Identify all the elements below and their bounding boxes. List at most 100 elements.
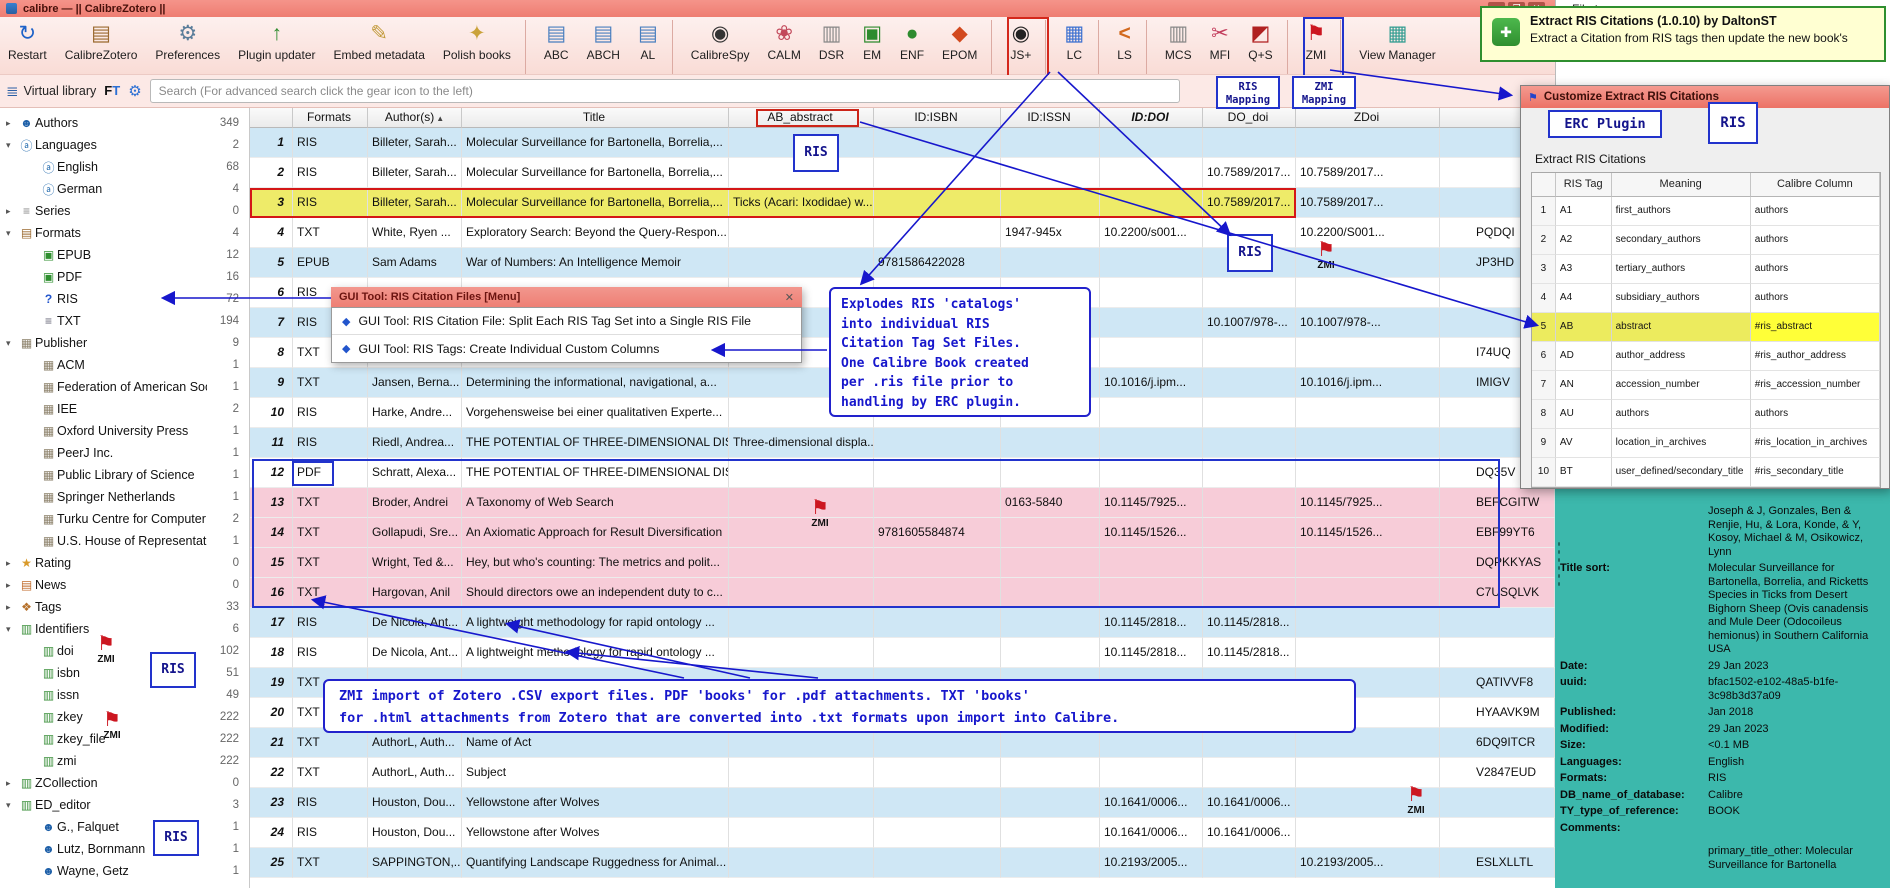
column-header[interactable]: ID:ISSN	[1001, 108, 1100, 128]
toolbar-button[interactable]: ⚑ ZMI	[1306, 20, 1342, 74]
expand-chevron-icon[interactable]: ▾	[6, 140, 18, 151]
sidebar-item[interactable]: ▸ ≡ Series 0	[0, 200, 249, 222]
sidebar-item[interactable]: ▸ ▤ News 0	[0, 574, 249, 596]
toolbar-button[interactable]: ▥ MCS	[1165, 20, 1192, 74]
expand-chevron-icon[interactable]: ▾	[6, 624, 18, 635]
toolbar-button[interactable]: ▥ DSR	[819, 20, 844, 74]
mapping-row[interactable]: 5 AB abstract #ris_abstract	[1532, 313, 1880, 342]
sidebar-item[interactable]: ▦ U.S. House of Representativ 1	[0, 530, 249, 552]
mapping-row[interactable]: 8 AU authors authors	[1532, 400, 1880, 429]
table-row[interactable]: 16 TXT Hargovan, Anil Should directors o…	[250, 578, 1555, 608]
expand-chevron-icon[interactable]: ▾	[6, 800, 18, 811]
toolbar-button[interactable]: ✂ MFI	[1210, 20, 1231, 74]
toolbar-button[interactable]: ⚙ Preferences	[155, 20, 220, 74]
toolbar-button[interactable]: ↻ Restart	[8, 20, 47, 74]
column-header[interactable]: ID:ISBN	[874, 108, 1001, 128]
mapping-row[interactable]: 4 A4 subsidiary_authors authors	[1532, 284, 1880, 313]
sidebar-item[interactable]: ▸ ❖ Tags 33	[0, 596, 249, 618]
sidebar-item[interactable]: ▦ Springer Netherlands 1	[0, 486, 249, 508]
sidebar-item[interactable]: ▦ Public Library of Science 1	[0, 464, 249, 486]
mapping-column-header[interactable]: RIS Tag	[1556, 173, 1612, 197]
dialog-titlebar[interactable]: ⚑ Customize Extract RIS Citations	[1521, 86, 1889, 108]
virtual-library-button[interactable]: ≣ Virtual library	[6, 82, 96, 100]
toolbar-button[interactable]: ◉ JS+	[1010, 20, 1046, 74]
sidebar-item[interactable]: ▦ Oxford University Press 1	[0, 420, 249, 442]
table-row[interactable]: 5 EPUB Sam Adams War of Numbers: An Inte…	[250, 248, 1555, 278]
toolbar-button[interactable]: ✎ Embed metadata	[333, 20, 424, 74]
expand-chevron-icon[interactable]: ▾	[6, 338, 18, 349]
toolbar-button[interactable]: < LS	[1117, 20, 1147, 74]
column-header[interactable]: Title	[462, 108, 729, 128]
sidebar-item[interactable]: ▾ ▦ Publisher 9	[0, 332, 249, 354]
table-row[interactable]: 23 RIS Houston, Dou... Yellowstone after…	[250, 788, 1555, 818]
search-input[interactable]	[150, 79, 1180, 103]
mapping-row[interactable]: 2 A2 secondary_authors authors	[1532, 226, 1880, 255]
sidebar-item[interactable]: ? RIS 72	[0, 288, 249, 310]
mapping-row[interactable]: 10 BT user_defined/secondary_title #ris_…	[1532, 458, 1880, 487]
sidebar-item[interactable]: ▣ EPUB 12	[0, 244, 249, 266]
toolbar-button[interactable]: ✦ Polish books	[443, 20, 526, 74]
toolbar-button[interactable]: ↑ Plugin updater	[238, 20, 315, 74]
search-gear-icon[interactable]: ⚙	[128, 82, 141, 100]
table-row[interactable]: 14 TXT Gollapudi, Sre... An Axiomatic Ap…	[250, 518, 1555, 548]
mapping-row[interactable]: 6 AD author_address #ris_author_address	[1532, 342, 1880, 371]
panel-splitter-handle[interactable]	[1557, 540, 1561, 588]
sidebar-item[interactable]: ▾ ▥ ED_editor 3	[0, 794, 249, 816]
expand-chevron-icon[interactable]: ▸	[6, 558, 18, 569]
expand-chevron-icon[interactable]: ▸	[6, 580, 18, 591]
popup-menu-item[interactable]: ◆ GUI Tool: RIS Citation File: Split Eac…	[332, 308, 801, 335]
column-header[interactable]: Author(s)▲	[368, 108, 462, 128]
toolbar-button[interactable]: ▤ ABC	[544, 20, 569, 74]
sidebar-item[interactable]: ▦ Turku Centre for Computer S 2	[0, 508, 249, 530]
column-header[interactable]: ZDoi	[1296, 108, 1440, 128]
sidebar-item[interactable]: ▦ ACM 1	[0, 354, 249, 376]
sidebar-item[interactable]: ▣ PDF 16	[0, 266, 249, 288]
toolbar-button[interactable]: ▤ CalibreZotero	[65, 20, 138, 74]
toolbar-button[interactable]: ▤ ABCH	[587, 20, 620, 74]
toolbar-button[interactable]: ◩ Q+S	[1248, 20, 1287, 74]
sidebar-item[interactable]: ▦ Federation of American Soci 1	[0, 376, 249, 398]
sidebar-item[interactable]: ▸ ★ Rating 0	[0, 552, 249, 574]
toolbar-button[interactable]: ● ENF	[900, 20, 924, 74]
expand-chevron-icon[interactable]: ▸	[6, 206, 18, 217]
column-header[interactable]: Formats	[293, 108, 368, 128]
sidebar-item[interactable]: ▦ IEE 2	[0, 398, 249, 420]
column-header[interactable]: DO_doi	[1203, 108, 1296, 128]
toolbar-button[interactable]: ▤ AL	[638, 20, 673, 74]
table-row[interactable]: 25 TXT SAPPINGTON,... Quantifying Landsc…	[250, 848, 1555, 878]
table-row[interactable]: 24 RIS Houston, Dou... Yellowstone after…	[250, 818, 1555, 848]
table-row[interactable]: 12 PDF Schratt, Alexa... THE POTENTIAL O…	[250, 458, 1555, 488]
expand-chevron-icon[interactable]: ▸	[6, 778, 18, 789]
expand-chevron-icon[interactable]: ▸	[6, 118, 18, 129]
table-row[interactable]: 22 TXT AuthorL, Auth... Subject V2847EUD	[250, 758, 1555, 788]
toolbar-button[interactable]: ◉ CalibreSpy	[691, 20, 750, 74]
close-icon[interactable]: ✕	[785, 291, 794, 304]
sidebar-item[interactable]: ▦ PeerJ Inc. 1	[0, 442, 249, 464]
sidebar-item[interactable]: ▸ ☻ Authors 349	[0, 112, 249, 134]
sidebar-item[interactable]: ≡ TXT 194	[0, 310, 249, 332]
table-row[interactable]: 1 RIS Billeter, Sarah... Molecular Surve…	[250, 128, 1555, 158]
fulltext-search-button[interactable]: FT	[104, 82, 120, 100]
table-row[interactable]: 11 RIS Riedl, Andrea... THE POTENTIAL OF…	[250, 428, 1555, 458]
column-header[interactable]: ID:DOI	[1100, 108, 1203, 128]
expand-chevron-icon[interactable]: ▸	[6, 602, 18, 613]
table-row[interactable]: 13 TXT Broder, Andrei A Taxonomy of Web …	[250, 488, 1555, 518]
mapping-row[interactable]: 3 A3 tertiary_authors authors	[1532, 255, 1880, 284]
toolbar-button[interactable]: ▦ LC	[1064, 20, 1099, 74]
sidebar-item[interactable]: ▸ ▥ ZCollection 0	[0, 772, 249, 794]
toolbar-button[interactable]: ▣ EM	[862, 20, 882, 74]
sidebar-item[interactable]: ▥ isbn 51	[0, 662, 249, 684]
sidebar-item[interactable]: ▾ ⓐ Languages 2	[0, 134, 249, 156]
mapping-row[interactable]: 7 AN accession_number #ris_accession_num…	[1532, 371, 1880, 400]
sidebar-item[interactable]: ⓐ German 4	[0, 178, 249, 200]
table-row[interactable]: 3 RIS Billeter, Sarah... Molecular Surve…	[250, 188, 1555, 218]
sidebar-item[interactable]: ☻ Wayne, Getz 1	[0, 860, 249, 882]
table-row[interactable]: 17 RIS De Nicola, Ant... A lightweight m…	[250, 608, 1555, 638]
column-header[interactable]: AB_abstract	[729, 108, 874, 128]
sidebar-item[interactable]: ▥ issn 49	[0, 684, 249, 706]
table-row[interactable]: 18 RIS De Nicola, Ant... A lightweight m…	[250, 638, 1555, 668]
table-row[interactable]: 15 TXT Wright, Ted &... Hey, but who's c…	[250, 548, 1555, 578]
table-row[interactable]: 4 TXT White, Ryen ... Exploratory Search…	[250, 218, 1555, 248]
mapping-column-header[interactable]: Meaning	[1612, 173, 1751, 197]
sidebar-item[interactable]: ▾ ▤ Formats 4	[0, 222, 249, 244]
